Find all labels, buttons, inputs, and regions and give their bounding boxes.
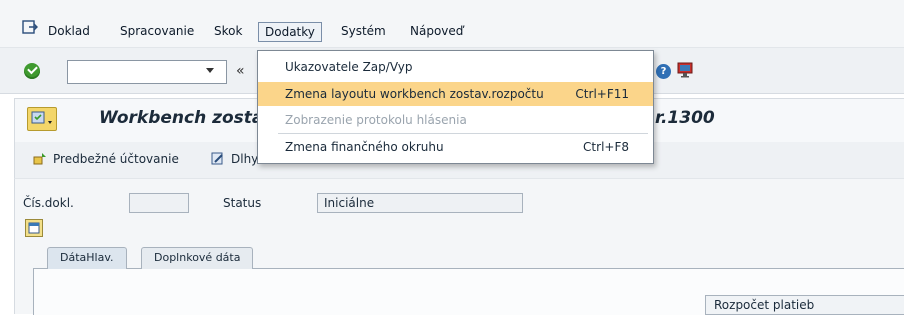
- page-title-suffix: r.1300: [655, 108, 715, 128]
- status-label: Status: [223, 196, 262, 210]
- post-icon: [33, 153, 46, 165]
- dlhy-label: Dlhy: [231, 152, 259, 166]
- tab-datahlav[interactable]: DátaHlav.: [47, 247, 127, 269]
- tab-strip: DátaHlav. Doplnkové dáta: [33, 245, 904, 269]
- collapse-command-icon[interactable]: «: [236, 63, 245, 79]
- header-form: Čís.dokl. Status Iniciálne DátaHlav. Dop…: [14, 178, 904, 315]
- menu-skok[interactable]: Skok: [214, 24, 242, 38]
- doc-number-field[interactable]: [129, 193, 189, 213]
- menu-item-zmena-layoutu-shortcut: Ctrl+F11: [575, 87, 629, 101]
- tab-doplnkove-data[interactable]: Doplnkové dáta: [141, 247, 254, 269]
- menu-separator: [278, 133, 648, 134]
- menu-item-zmena-layoutu-label: Zmena layoutu workbench zostav.rozpočtu: [285, 87, 544, 101]
- screen-menu-icon[interactable]: [27, 107, 57, 131]
- dlhy-button[interactable]: Dlhy: [211, 152, 258, 166]
- header-toggle-icon[interactable]: [25, 219, 43, 237]
- menu-item-zobrazenie-protokolu: Zobrazenie protokolu hlásenia: [258, 108, 653, 132]
- dodatky-dropdown-menu: Ukazovatele Zap/Vyp Zmena layoutu workbe…: [257, 50, 654, 164]
- rozpocet-platieb-header: Rozpočet platieb: [705, 295, 904, 315]
- status-field: Iniciálne: [317, 193, 523, 213]
- page-title: Workbench zosta: [99, 108, 264, 128]
- menu-napoved[interactable]: Nápoveď: [410, 24, 463, 38]
- menu-system[interactable]: Systém: [341, 24, 386, 38]
- edit-pencil-icon: [211, 152, 223, 165]
- help-icon[interactable]: ?: [656, 64, 671, 79]
- menu-item-ukazovatele[interactable]: Ukazovatele Zap/Vyp: [258, 55, 653, 79]
- menu-spracovanie[interactable]: Spracovanie: [120, 24, 194, 38]
- menu-item-zmena-financneho-okruhu-shortcut: Ctrl+F8: [583, 140, 629, 154]
- predbezne-uctovanie-button[interactable]: Predbežné účtovanie: [33, 152, 179, 166]
- menu-item-ukazovatele-label: Ukazovatele Zap/Vyp: [285, 60, 413, 74]
- menu-item-zmena-layoutu[interactable]: Zmena layoutu workbench zostav.rozpočtu …: [258, 82, 653, 106]
- enter-check-icon[interactable]: [24, 63, 40, 79]
- menu-item-zobrazenie-protokolu-label: Zobrazenie protokolu hlásenia: [285, 113, 467, 127]
- menu-doklad[interactable]: Doklad: [48, 24, 90, 38]
- menu-item-zmena-financneho-okruhu[interactable]: Zmena finančného okruhu Ctrl+F8: [258, 135, 653, 159]
- menu-dodatky[interactable]: Dodatky: [258, 22, 322, 42]
- command-field[interactable]: [67, 60, 227, 84]
- layout-monitor-icon[interactable]: [677, 62, 693, 78]
- menu-bar: Doklad Spracovanie Skok Dodatky Systém N…: [0, 0, 904, 48]
- doc-number-label: Čís.dokl.: [23, 196, 74, 210]
- command-dropdown-icon[interactable]: [206, 68, 214, 73]
- exit-icon[interactable]: [22, 20, 38, 34]
- predbezne-uctovanie-label: Predbežné účtovanie: [53, 152, 179, 166]
- menu-item-zmena-financneho-okruhu-label: Zmena finančného okruhu: [285, 140, 444, 154]
